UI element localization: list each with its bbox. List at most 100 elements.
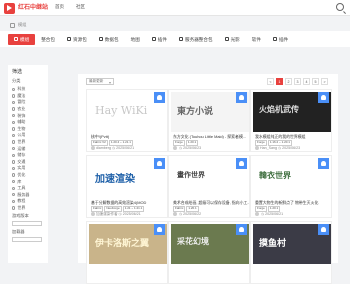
project-thumbnail[interactable]: 摸鱼村	[253, 224, 331, 264]
filter-option-label: 辅助	[17, 119, 26, 125]
filter-option-label: 装饰	[17, 112, 26, 118]
project-card[interactable]: 加速渲染 基于分解数据的高效渲染4(MOD Fabric NeoForge 1.21 ~…	[86, 155, 168, 218]
project-tags: Fabric V2 1.20.4 ~ 1.21.1	[91, 140, 133, 146]
filter-option[interactable]: 教程	[12, 198, 44, 205]
home-icon[interactable]	[10, 22, 15, 28]
tab-mods[interactable]: 模组	[8, 33, 36, 45]
bookmark-icon[interactable]	[236, 158, 247, 169]
date: 2025/06/21	[116, 146, 135, 150]
tab-plugins[interactable]: 插件	[146, 34, 173, 45]
project-thumbnail[interactable]: 加速渲染	[89, 158, 167, 198]
filter-option[interactable]: 优化	[12, 172, 44, 179]
filter-option[interactable]: 农业	[12, 106, 44, 113]
loader-select[interactable]	[12, 237, 42, 243]
project-tags: Forge 1.20.1	[173, 140, 199, 146]
page-button[interactable]: 4	[303, 78, 310, 85]
filter-option[interactable]: 科技	[12, 86, 44, 93]
bookmark-icon[interactable]	[154, 224, 165, 235]
project-thumbnail[interactable]: 畫作世界	[171, 158, 249, 198]
page-button[interactable]: 2	[285, 78, 292, 85]
plugin-icon	[272, 37, 277, 41]
bookmark-icon[interactable]	[318, 224, 329, 235]
filter-option[interactable]: 辅助	[12, 119, 44, 126]
nav-home[interactable]: 首页	[55, 4, 64, 10]
bookmark-icon[interactable]	[154, 92, 165, 103]
project-thumbnail[interactable]: Hay WiKi	[89, 92, 167, 132]
filter-option[interactable]: 世界	[12, 205, 44, 212]
filter-option-label: 教程	[17, 198, 26, 204]
tab-server-packs[interactable]: 服务器整合包	[173, 34, 219, 45]
radio-icon	[12, 179, 16, 184]
radio-icon	[12, 100, 16, 105]
filter-option[interactable]: 运输	[12, 145, 44, 152]
project-card[interactable]: 采花幻境	[168, 221, 250, 284]
version-select[interactable]	[12, 221, 42, 227]
bookmark-icon[interactable]	[318, 92, 329, 103]
nav-community[interactable]: 社区	[76, 4, 85, 10]
tab-plugins-2[interactable]: 插件	[267, 34, 294, 45]
thumbnail-text: 伊卡洛斯之翼	[95, 239, 150, 249]
page-button[interactable]: 3	[294, 78, 301, 85]
project-meta: 加速渲染作者 ◷ 2025/06/21	[91, 212, 141, 217]
project-card[interactable]: 伊卡洛斯之翼	[86, 221, 168, 284]
project-card[interactable]: 摸鱼村	[250, 221, 332, 284]
filter-option-label: 生物	[17, 125, 26, 131]
filter-option-label: 库	[17, 178, 22, 184]
filter-option-label: 世界	[17, 204, 26, 210]
thumbnail-text: 摸鱼村	[259, 239, 287, 249]
tab-label: 服务器整合包	[185, 36, 213, 42]
filter-option[interactable]: 装饰	[12, 112, 44, 119]
bookmark-icon[interactable]	[236, 224, 247, 235]
filter-option-label: 科技	[17, 86, 26, 92]
thumbnail-text: Hay WiKi	[95, 104, 148, 117]
page-button[interactable]: >	[321, 78, 328, 85]
page-button[interactable]: 1	[276, 78, 283, 85]
filter-option[interactable]: 生物	[12, 126, 44, 133]
project-thumbnail[interactable]: 采花幻境	[171, 224, 249, 264]
tab-datapacks[interactable]: 数据包	[93, 34, 125, 45]
filter-option[interactable]: 库	[12, 178, 44, 185]
filter-option[interactable]: 储存	[12, 152, 44, 159]
filter-option[interactable]: 工具	[12, 185, 44, 192]
bookmark-icon[interactable]	[154, 158, 165, 169]
filter-option[interactable]: 实用	[12, 165, 44, 172]
tag: 1.20.1	[267, 206, 281, 212]
bookmark-icon[interactable]	[318, 158, 329, 169]
project-card[interactable]: 韓衣世界 重置大物生的新鲜点了 物带生灭火化 Forge 1.20.1 ◷ 2025/…	[250, 155, 332, 218]
project-card[interactable]: 畫作世界 美术合成绘画, 超级可以保存设备, 指向小工... Fabric 1.20.…	[168, 155, 250, 218]
tab-modpacks[interactable]: 整合包	[35, 34, 61, 45]
project-thumbnail[interactable]: 東方小说	[171, 92, 249, 132]
tab-software[interactable]: 软件	[246, 34, 267, 45]
bookmark-icon[interactable]	[236, 92, 247, 103]
filter-option[interactable]: 冒险	[12, 99, 44, 106]
project-card[interactable]: 火焰机武传 我水模组纯正的我的世界模组 Forge 1.16.2 ~ 1.20.1 Ha…	[250, 89, 332, 152]
avatar-icon	[91, 146, 95, 151]
project-thumbnail[interactable]: 韓衣世界	[253, 158, 331, 198]
thumbnail-text: 采花幻境	[177, 236, 209, 246]
filter-option[interactable]: 公用	[12, 132, 44, 139]
page-button[interactable]: <	[267, 78, 274, 85]
thumbnail-text: 畫作世界	[177, 170, 205, 179]
search-icon[interactable]	[336, 3, 344, 11]
site-logo[interactable]: 红石中继站	[4, 2, 52, 14]
project-card[interactable]: 東方小说 东方文化 (Touhou Little Maid) - 探索者模... F…	[168, 89, 250, 152]
tag: 1.20.1	[186, 206, 199, 212]
datapack-icon	[98, 37, 103, 41]
project-thumbnail[interactable]: 火焰机武传	[253, 92, 331, 132]
tab-shaders[interactable]: 光影	[219, 34, 246, 45]
shader-icon	[224, 37, 229, 41]
project-thumbnail[interactable]: 伊卡洛斯之翼	[89, 224, 167, 264]
project-card[interactable]: Hay WiKi 核中!(Pvtt) Fabric V2 1.20.4 ~ 1.21.…	[86, 89, 168, 152]
tab-maps[interactable]: 地图	[125, 34, 146, 45]
tag: Fabric V2	[91, 140, 108, 146]
plugin-icon	[151, 37, 156, 41]
tab-label: 模组	[20, 36, 30, 42]
tag: Forge	[255, 140, 267, 146]
tag: 1.20.4 ~ 1.21.1	[108, 140, 133, 146]
sort-select[interactable]: 最新更新	[86, 78, 114, 85]
page-button[interactable]: 5	[312, 78, 319, 85]
filter-option[interactable]: 世界	[12, 139, 44, 146]
date: 2025/06/21	[265, 212, 284, 216]
tab-resourcepacks[interactable]: 资源包	[61, 34, 93, 45]
radio-icon	[12, 87, 16, 91]
